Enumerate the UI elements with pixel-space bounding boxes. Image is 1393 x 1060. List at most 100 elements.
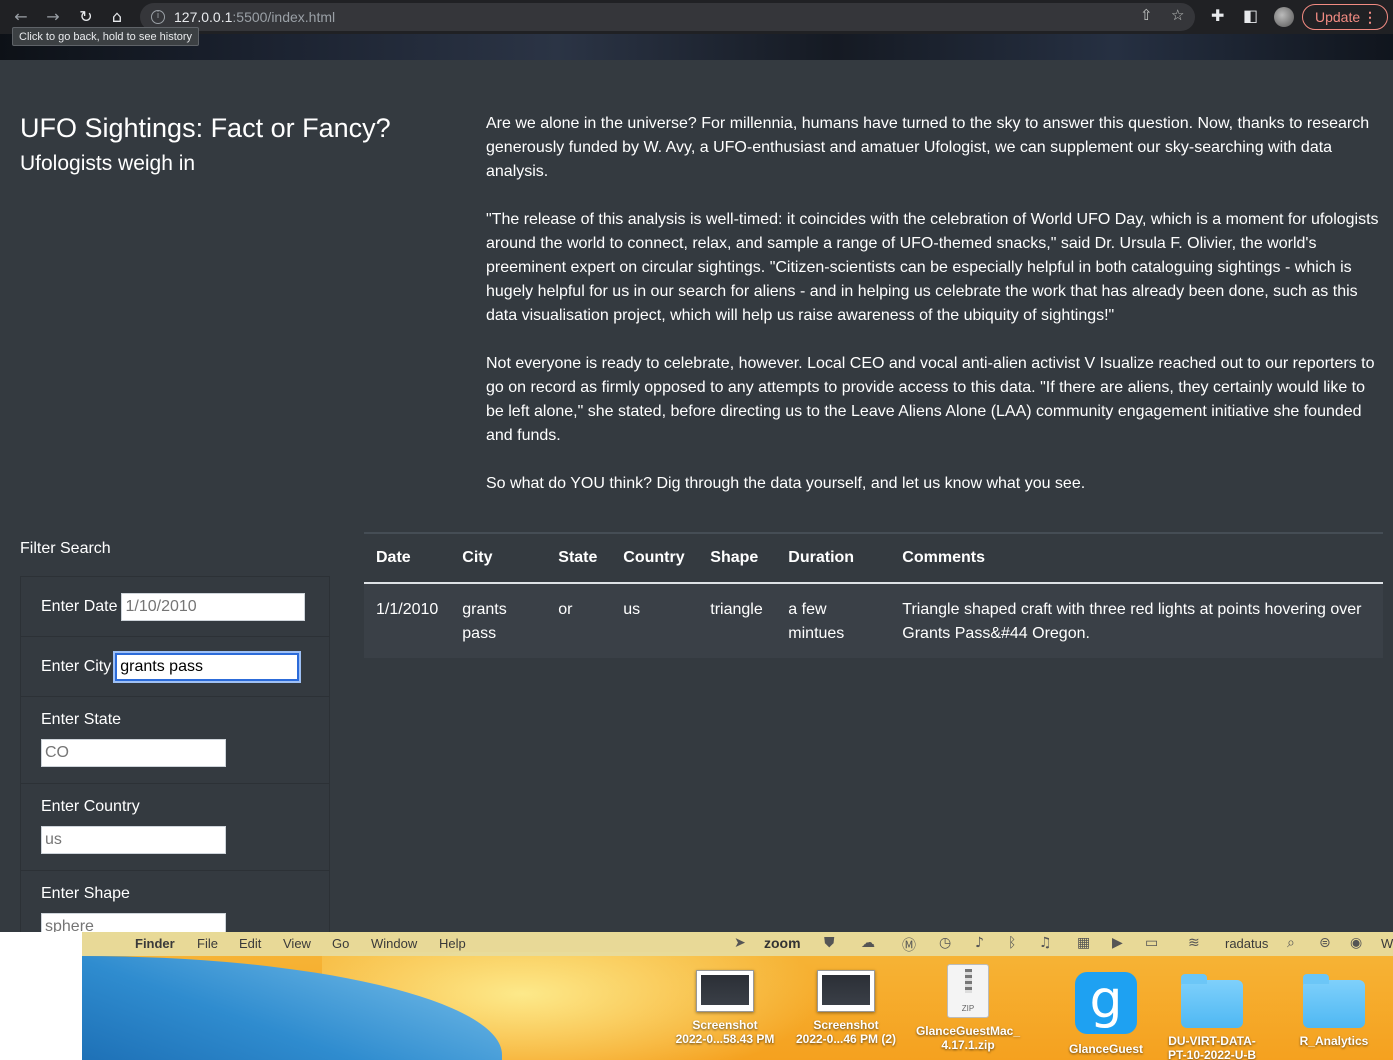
- table-cell: us: [611, 583, 699, 658]
- star-icon[interactable]: ☆: [1171, 6, 1184, 24]
- macos-menubar: Finder File Edit View Go Window Help ➤ z…: [82, 932, 1393, 956]
- filter-city: Enter City: [21, 637, 329, 697]
- page-content: UFO Sightings: Fact or Fancy? Ufologists…: [0, 60, 1393, 932]
- menu-finder[interactable]: Finder: [135, 936, 175, 951]
- desktop-item-r-analytics[interactable]: R_Analytics: [1279, 974, 1389, 1048]
- country-label: Enter Country: [41, 798, 140, 815]
- menu-help[interactable]: Help: [439, 936, 466, 951]
- zip-icon: ZIP: [947, 964, 989, 1018]
- country-input[interactable]: [41, 826, 226, 854]
- shape-label: Enter Shape: [41, 885, 130, 902]
- table-header-row: Date City State Country Shape Duration C…: [364, 532, 1383, 584]
- article-paragraph: So what do YOU think? Dig through the da…: [486, 475, 1086, 492]
- malwarebytes-icon[interactable]: Ⓜ: [902, 935, 916, 955]
- table-cell: or: [546, 583, 612, 658]
- hearing-icon[interactable]: ♪: [975, 935, 984, 951]
- menu-file[interactable]: File: [197, 936, 218, 951]
- menu-window[interactable]: Window: [371, 936, 417, 951]
- desktop-item-zip[interactable]: ZIP GlanceGuestMac_ 4.17.1.zip: [913, 964, 1023, 1052]
- update-label: Update: [1315, 9, 1361, 25]
- menubar-cutoff: W: [1381, 936, 1393, 951]
- address-bar[interactable]: i 127.0.0.1:5500/index.html ⇧ ☆: [140, 3, 1195, 31]
- filter-date: Enter Date: [21, 577, 329, 637]
- update-button[interactable]: Update ⋮: [1302, 4, 1388, 30]
- profile-avatar[interactable]: [1274, 7, 1294, 27]
- browser-toolbar: ← → ↻ ⌂ i 127.0.0.1:5500/index.html ⇧ ☆ …: [0, 0, 1393, 34]
- column-header: Shape: [698, 532, 777, 584]
- date-input[interactable]: [121, 592, 306, 621]
- screenshot-icon: [696, 970, 754, 1012]
- table-cell: a few mintues: [776, 583, 891, 658]
- folder-icon: [1303, 974, 1365, 1028]
- desktop-item-screenshot-2[interactable]: Screenshot 2022-0...46 PM (2): [791, 970, 901, 1046]
- shield-icon[interactable]: ⛊: [824, 935, 835, 951]
- desktop-item-label: Screenshot: [813, 1018, 879, 1032]
- bluetooth-icon[interactable]: ᛒ: [1008, 935, 1016, 951]
- control-center-icon[interactable]: ⊜: [1319, 935, 1331, 951]
- filter-country: Enter Country: [21, 784, 329, 871]
- spotlight-icon[interactable]: ⌕: [1287, 935, 1295, 951]
- desktop-item-label: Screenshot: [692, 1018, 758, 1032]
- siri-icon[interactable]: ◉: [1350, 935, 1362, 951]
- menu-view[interactable]: View: [283, 936, 311, 951]
- column-header: Country: [611, 532, 699, 584]
- filter-shape: Enter Shape: [21, 871, 329, 932]
- desktop-item-glance[interactable]: g GlanceGuest: [1051, 962, 1161, 1056]
- menu-go[interactable]: Go: [332, 936, 349, 951]
- battery-icon[interactable]: ▭: [1145, 935, 1158, 951]
- reload-icon[interactable]: ↻: [75, 6, 97, 28]
- wifi-icon[interactable]: ≋: [1188, 935, 1200, 951]
- article-paragraph: "The release of this analysis is well-ti…: [486, 211, 1379, 324]
- table-cell: grants pass: [450, 583, 547, 658]
- menubar-username[interactable]: radatus: [1225, 936, 1268, 951]
- back-tooltip: Click to go back, hold to see history: [12, 27, 200, 46]
- arrow-right-icon[interactable]: →: [42, 6, 64, 28]
- home-icon[interactable]: ⌂: [106, 6, 128, 28]
- table-row: 1/1/2010 grants pass or us triangle a fe…: [364, 583, 1383, 658]
- filter-state: Enter State: [21, 697, 329, 784]
- page-title: UFO Sightings: Fact or Fancy?: [20, 113, 391, 143]
- arrow-left-icon[interactable]: ←: [10, 6, 32, 28]
- screenshot-icon: [817, 970, 875, 1012]
- menu-dots-icon[interactable]: ⋮: [1363, 5, 1377, 29]
- table-cell: Triangle shaped craft with three red lig…: [890, 583, 1383, 658]
- hero-banner: [0, 34, 1393, 60]
- location-icon[interactable]: ➤: [734, 935, 746, 951]
- ufo-table-container: Date City State Country Shape Duration C…: [364, 532, 1383, 658]
- date-label: Enter Date: [41, 597, 118, 615]
- share-icon[interactable]: ⇧: [1140, 6, 1153, 24]
- macos-desktop: Finder File Edit View Go Window Help ➤ z…: [82, 932, 1393, 1060]
- desktop-item-label: R_Analytics: [1299, 1034, 1369, 1048]
- desktop-item-sublabel: 2022-0...46 PM (2): [795, 1032, 897, 1046]
- column-header: Date: [364, 532, 451, 584]
- desktop-item-sublabel: 2022-0...58.43 PM: [675, 1032, 775, 1046]
- info-icon[interactable]: i: [151, 10, 165, 24]
- city-label: Enter City: [41, 657, 112, 675]
- shape-input[interactable]: [41, 913, 226, 932]
- city-input[interactable]: [115, 652, 300, 681]
- table-cell: 1/1/2010: [364, 583, 451, 658]
- extensions-icon[interactable]: ✚: [1211, 6, 1224, 25]
- menu-edit[interactable]: Edit: [239, 936, 261, 951]
- column-header: Comments: [890, 532, 1383, 584]
- url-path: :5500/index.html: [232, 9, 336, 25]
- creative-cloud-icon[interactable]: ☁: [861, 935, 875, 951]
- column-header: City: [450, 532, 547, 584]
- state-input[interactable]: [41, 739, 226, 767]
- time-machine-icon[interactable]: ◷: [939, 935, 951, 951]
- desktop-item-label: DU-VIRT-DATA-: [1168, 1034, 1256, 1048]
- volume-icon[interactable]: ♫: [1039, 935, 1052, 951]
- page-subtitle: Ufologists weigh in: [20, 152, 196, 175]
- zip-badge: ZIP: [961, 1004, 975, 1013]
- column-header: State: [546, 532, 612, 584]
- play-icon[interactable]: ▶: [1112, 935, 1123, 951]
- desktop-item-screenshot-1[interactable]: Screenshot 2022-0...58.43 PM: [670, 970, 780, 1046]
- side-panel-icon[interactable]: ◧: [1243, 6, 1258, 25]
- folder-icon: [1181, 974, 1243, 1028]
- url-text[interactable]: 127.0.0.1:5500/index.html: [174, 9, 335, 25]
- desktop-item-sublabel: GlanceGuest: [1068, 1042, 1144, 1056]
- column-header: Duration: [776, 532, 891, 584]
- zoom-menu[interactable]: zoom: [764, 935, 801, 951]
- calendar-icon[interactable]: ▦: [1077, 935, 1090, 951]
- desktop-item-du-folder[interactable]: DU-VIRT-DATA- PT-10-2022-U-B: [1157, 974, 1267, 1060]
